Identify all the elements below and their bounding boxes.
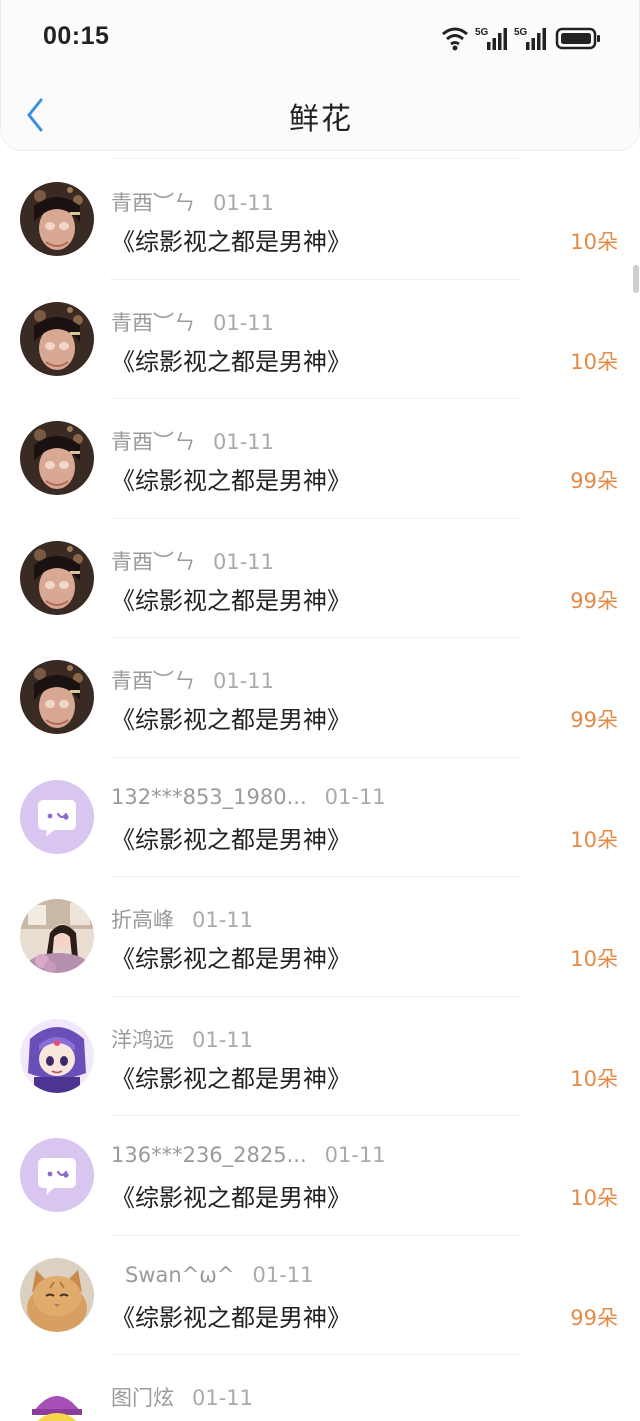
flower-amount: 10朵 xyxy=(570,230,618,254)
gift-date: 01-11 xyxy=(324,1143,386,1167)
list-item[interactable]: 青⾣︶ㄣ 01-11 《综影视之都是男神》 99朵 xyxy=(0,399,640,519)
avatar[interactable] xyxy=(20,1377,94,1421)
gift-date: 01-11 xyxy=(192,1027,254,1052)
gift-date: 01-11 xyxy=(213,310,275,335)
list-item[interactable]: 132***853_1980... 01-11 《综影视之都是男神》 10朵 xyxy=(0,758,640,877)
item-meta: 青⾣︶ㄣ 01-11 xyxy=(111,546,274,576)
signal-icon-1: 5G xyxy=(475,27,507,50)
svg-text:5G: 5G xyxy=(514,27,528,38)
user-name[interactable]: 136***236_2825... xyxy=(111,1143,307,1167)
item-meta: 图门炫 01-11 xyxy=(111,1382,253,1412)
photo-avatar xyxy=(20,540,94,615)
user-name[interactable]: 折高峰 xyxy=(111,904,174,934)
girl-photo-avatar xyxy=(20,899,94,973)
user-name[interactable]: 青⾣︶ㄣ xyxy=(111,665,195,695)
avatar[interactable] xyxy=(20,899,94,973)
cat-avatar xyxy=(20,1257,94,1332)
gift-date: 01-11 xyxy=(213,191,275,215)
user-name[interactable]: 青⾣︶ㄣ xyxy=(111,426,195,456)
scrollbar-thumb[interactable] xyxy=(633,265,639,293)
gift-date: 01-11 xyxy=(213,669,275,693)
item-meta: Swan^ω^ 01-11 xyxy=(111,1263,314,1287)
default-chat-avatar xyxy=(20,779,94,854)
avatar[interactable] xyxy=(20,301,94,376)
photo-avatar xyxy=(20,660,94,734)
user-name[interactable]: 132***853_1980... xyxy=(111,785,307,809)
battery-icon xyxy=(555,27,600,50)
flower-amount: 99朵 xyxy=(570,469,618,493)
list-item[interactable]: 青⾣︶ㄣ 01-11 《综影视之都是男神》 99朵 xyxy=(0,638,640,758)
gift-date: 01-11 xyxy=(192,908,254,932)
item-meta: 青⾣︶ㄣ 01-11 xyxy=(111,426,274,456)
avatar[interactable] xyxy=(20,779,94,854)
item-meta: 青⾣︶ㄣ 01-11 xyxy=(111,307,274,337)
avatar[interactable] xyxy=(20,1018,94,1093)
gift-date: 01-11 xyxy=(324,784,386,809)
list-item[interactable]: 青⾣︶ㄣ 01-11 《综影视之都是男神》 10朵 xyxy=(0,280,640,399)
item-meta: 132***853_1980... 01-11 xyxy=(111,785,386,809)
book-title[interactable]: 《综影视之都是男神》 xyxy=(111,939,351,974)
gift-date: 01-11 xyxy=(252,1262,314,1287)
book-title[interactable]: 《综影视之都是男神》 xyxy=(111,1059,351,1094)
anime-avatar xyxy=(20,1018,94,1093)
item-meta: 洋鸿远 01-11 xyxy=(111,1024,253,1054)
flower-amount: 99朵 xyxy=(570,1305,618,1330)
item-meta: 青⾣︶ㄣ 01-11 xyxy=(111,187,274,217)
status-time: 00:15 xyxy=(43,22,110,50)
book-title[interactable]: 《综影视之都是男神》 xyxy=(111,1178,351,1213)
book-title[interactable]: 《综影视之都是男神》 xyxy=(111,222,351,257)
gift-date: 01-11 xyxy=(213,549,275,574)
avatar[interactable] xyxy=(20,1138,94,1212)
flower-amount: 10朵 xyxy=(570,349,618,374)
list-item[interactable]: 图门炫 01-11 《综影视之都是男神》 xyxy=(0,1355,640,1421)
list-item[interactable]: 折高峰 01-11 《综影视之都是男神》 10朵 xyxy=(0,877,640,997)
flower-list[interactable]: 青⾣︶ㄣ 01-11 《综影视之都是男神》 10朵 青⾣︶ㄣ 01-11 《综影视之都是男… xyxy=(0,160,640,1421)
photo-avatar xyxy=(20,301,94,376)
avatar[interactable] xyxy=(20,1257,94,1332)
gift-date: 01-11 xyxy=(192,1386,254,1410)
list-item[interactable]: 青⾣︶ㄣ 01-11 《综影视之都是男神》 99朵 xyxy=(0,519,640,638)
user-name[interactable]: 图门炫 xyxy=(111,1382,174,1412)
flower-amount: 99朵 xyxy=(570,708,618,732)
item-meta: 折高峰 01-11 xyxy=(111,904,253,934)
photo-avatar xyxy=(20,421,94,495)
flower-amount: 99朵 xyxy=(570,588,618,613)
avatar[interactable] xyxy=(20,182,94,256)
book-title[interactable]: 《综影视之都是男神》 xyxy=(111,461,351,496)
avatar[interactable] xyxy=(20,421,94,495)
avatar[interactable] xyxy=(20,660,94,734)
book-title[interactable]: 《综影视之都是男神》 xyxy=(111,1298,351,1333)
book-title[interactable]: 《综影视之都是男神》 xyxy=(111,820,351,855)
user-name[interactable]: Swan^ω^ xyxy=(125,1263,234,1287)
avatar[interactable] xyxy=(20,540,94,615)
flower-amount: 10朵 xyxy=(570,1186,618,1210)
gift-date: 01-11 xyxy=(213,430,275,454)
photo-avatar xyxy=(20,182,94,256)
top-header: 00:15 5G 5G 鲜花 xyxy=(0,0,640,151)
list-item[interactable]: 青⾣︶ㄣ 01-11 《综影视之都是男神》 10朵 xyxy=(0,160,640,280)
signal-icon-2: 5G xyxy=(514,27,546,50)
user-name[interactable]: 青⾣︶ㄣ xyxy=(111,307,195,337)
flower-amount: 10朵 xyxy=(570,1066,618,1091)
page-title: 鲜花 xyxy=(289,102,353,137)
book-title[interactable]: 《综影视之都是男神》 xyxy=(111,342,351,377)
default-chat-avatar xyxy=(20,1138,94,1212)
item-meta: 青⾣︶ㄣ 01-11 xyxy=(111,665,274,695)
user-name[interactable]: 青⾣︶ㄣ xyxy=(111,546,195,576)
svg-text:5G: 5G xyxy=(475,27,489,38)
book-title[interactable]: 《综影视之都是男神》 xyxy=(111,1417,351,1421)
list-item[interactable]: 136***236_2825... 01-11 《综影视之都是男神》 10朵 xyxy=(0,1116,640,1236)
item-meta: 136***236_2825... 01-11 xyxy=(111,1143,386,1167)
wifi-icon xyxy=(442,27,468,51)
flower-amount: 10朵 xyxy=(570,827,618,852)
flower-amount: 10朵 xyxy=(570,947,618,971)
list-item[interactable]: Swan^ω^ 01-11 《综影视之都是男神》 99朵 xyxy=(0,1236,640,1355)
book-title[interactable]: 《综影视之都是男神》 xyxy=(111,700,351,735)
divider xyxy=(110,158,520,159)
book-title[interactable]: 《综影视之都是男神》 xyxy=(111,581,351,616)
pikachu-avatar xyxy=(20,1377,94,1421)
user-name[interactable]: 洋鸿远 xyxy=(111,1024,174,1054)
user-name[interactable]: 青⾣︶ㄣ xyxy=(111,187,195,217)
list-item[interactable]: 洋鸿远 01-11 《综影视之都是男神》 10朵 xyxy=(0,997,640,1116)
